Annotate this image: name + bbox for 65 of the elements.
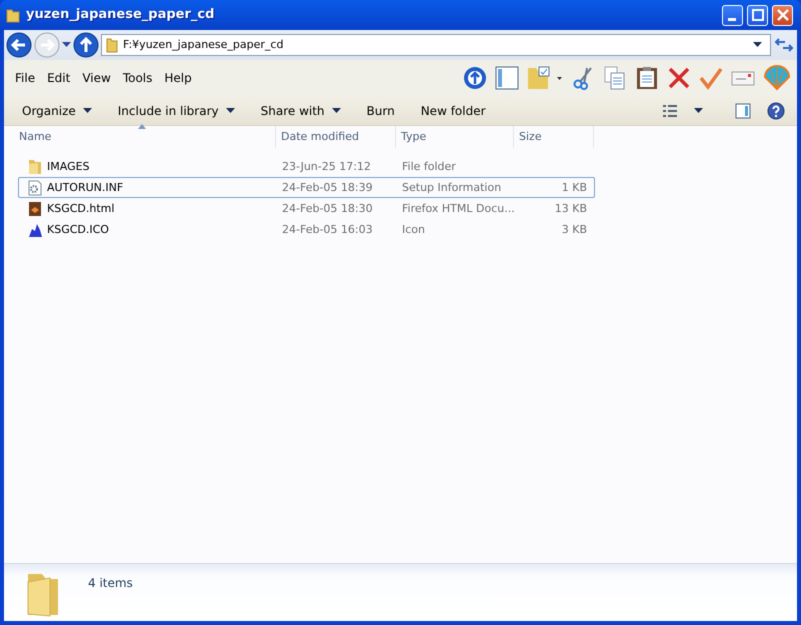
table-cell: 24-Feb-05 18:39 [282,181,373,194]
table-cell: 13 KB [554,202,587,216]
command-button[interactable]: New folder [410,100,496,122]
table-cell: 23-Jun-25 17:12 [282,160,371,174]
close-button[interactable] [772,4,793,26]
table-cell: 24-Feb-05 16:03 [282,223,373,236]
settings-file-icon [27,180,43,196]
command-button[interactable]: Include in library [108,100,245,122]
item-count: 4 items [88,575,133,592]
pane-icon[interactable] [495,66,519,90]
table-cell: Firefox HTML Docu... [402,202,515,216]
delete-icon[interactable] [667,66,691,90]
file-row[interactable]: AUTORUN.INF 24-Feb-05 18:39 Setup Information 1 KB [18,177,595,198]
table-cell: 3 KB [562,223,587,236]
command-button[interactable]: Organize [12,100,102,122]
dropdown-icon[interactable] [753,42,762,48]
up-icon[interactable] [73,32,99,58]
clipboard-icon[interactable] [635,66,659,90]
menu-item[interactable]: File [10,69,40,87]
shell-icon[interactable] [763,65,791,91]
command-button[interactable]: Share with [250,100,351,122]
table-cell: KSGCD.html [47,202,114,216]
html-file-icon [27,200,43,216]
table-cell: KSGCD.ICO [47,223,109,236]
view-icon[interactable] [662,104,678,118]
file-row[interactable]: KSGCD.ICO 24-Feb-05 16:03 Icon 3 KB [18,219,595,240]
minimize-button[interactable] [722,4,743,26]
table-cell: Setup Information [402,181,502,194]
help-icon[interactable] [767,102,785,120]
file-row[interactable]: KSGCD.html 24-Feb-05 18:30 Firefox HTML Docu... 13 KB [18,198,595,219]
menu-item[interactable]: Tools [118,69,158,87]
folder-icon [106,37,118,53]
menu-item[interactable]: Help [159,69,197,87]
table-cell: 24-Feb-05 18:30 [282,202,373,216]
dropdown-icon[interactable] [62,42,71,48]
folder-icon[interactable] [527,66,563,90]
image-file-icon [27,222,43,238]
table-cell: 1 KB [562,181,587,194]
folder-icon [6,7,20,23]
up-icon[interactable] [463,66,487,90]
column-header[interactable]: Date modified [276,126,396,148]
minimize-icon [728,18,736,20]
table-cell: File folder [402,160,456,174]
preview-pane-icon[interactable] [735,102,751,118]
maximize-button[interactable] [747,4,768,26]
table-cell: IMAGES [47,160,90,174]
copy-icon[interactable] [603,66,627,90]
table-cell: AUTORUN.INF [47,181,124,194]
column-header[interactable]: Type [396,126,514,148]
file-row[interactable]: IMAGES 23-Jun-25 17:12 File folder [18,156,595,177]
column-header[interactable]: Size [514,126,594,148]
close-icon [776,9,788,21]
address-field[interactable]: F:¥yuzen_japanese_paper_cd [101,34,771,56]
dropdown-icon[interactable] [694,108,703,114]
folder-icon [27,158,43,174]
check-icon[interactable] [699,66,723,90]
table-cell: Icon [402,223,425,236]
window-title: yuzen_japanese_paper_cd [26,6,216,24]
column-header[interactable]: Name [14,126,276,148]
maximize-icon [752,9,764,21]
menu-item[interactable]: View [77,69,116,87]
command-button[interactable]: Burn [356,100,405,122]
menu-item[interactable]: Edit [42,69,76,87]
back-icon[interactable] [6,32,32,58]
sort-icon[interactable] [138,123,146,131]
